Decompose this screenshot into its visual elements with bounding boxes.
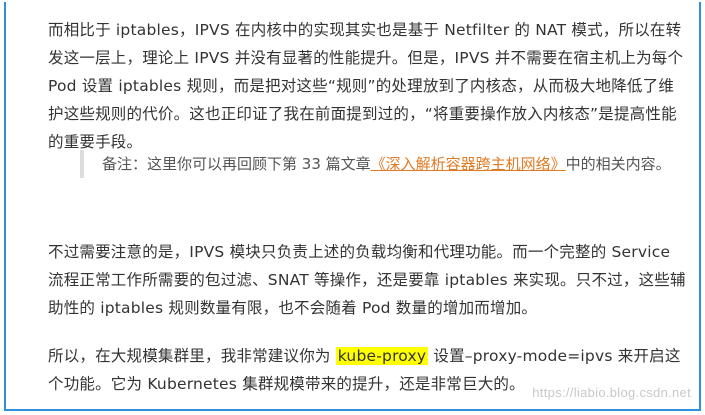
note-blockquote: 备注：这里你可以再回顾下第 33 篇文章《深入解析容器跨主机网络》中的相关内容。 [80, 150, 692, 178]
kube-proxy-highlight: kube-proxy [335, 347, 429, 365]
recommendation-prefix: 所以，在大规模集群里，我非常建议你为 [48, 347, 336, 365]
article-link[interactable]: 《深入解析容器跨主机网络》 [371, 155, 566, 173]
note-prefix: 备注：这里你可以再回顾下第 33 篇文章 [102, 155, 371, 173]
watermark: https://liabio.blog.csdn.net [532, 385, 691, 400]
paragraph-ipvs-performance: 而相比于 iptables，IPVS 在内核中的实现其实也是基于 Netfilt… [48, 21, 684, 151]
article-frame: 而相比于 iptables，IPVS 在内核中的实现其实也是基于 Netfilt… [4, 2, 701, 411]
note-suffix: 中的相关内容。 [565, 155, 671, 173]
bottom-border [6, 409, 699, 411]
paragraph-iptables-auxiliary: 不过需要注意的是，IPVS 模块只负责上述的负载均衡和代理功能。而一个完整的 S… [48, 243, 686, 317]
